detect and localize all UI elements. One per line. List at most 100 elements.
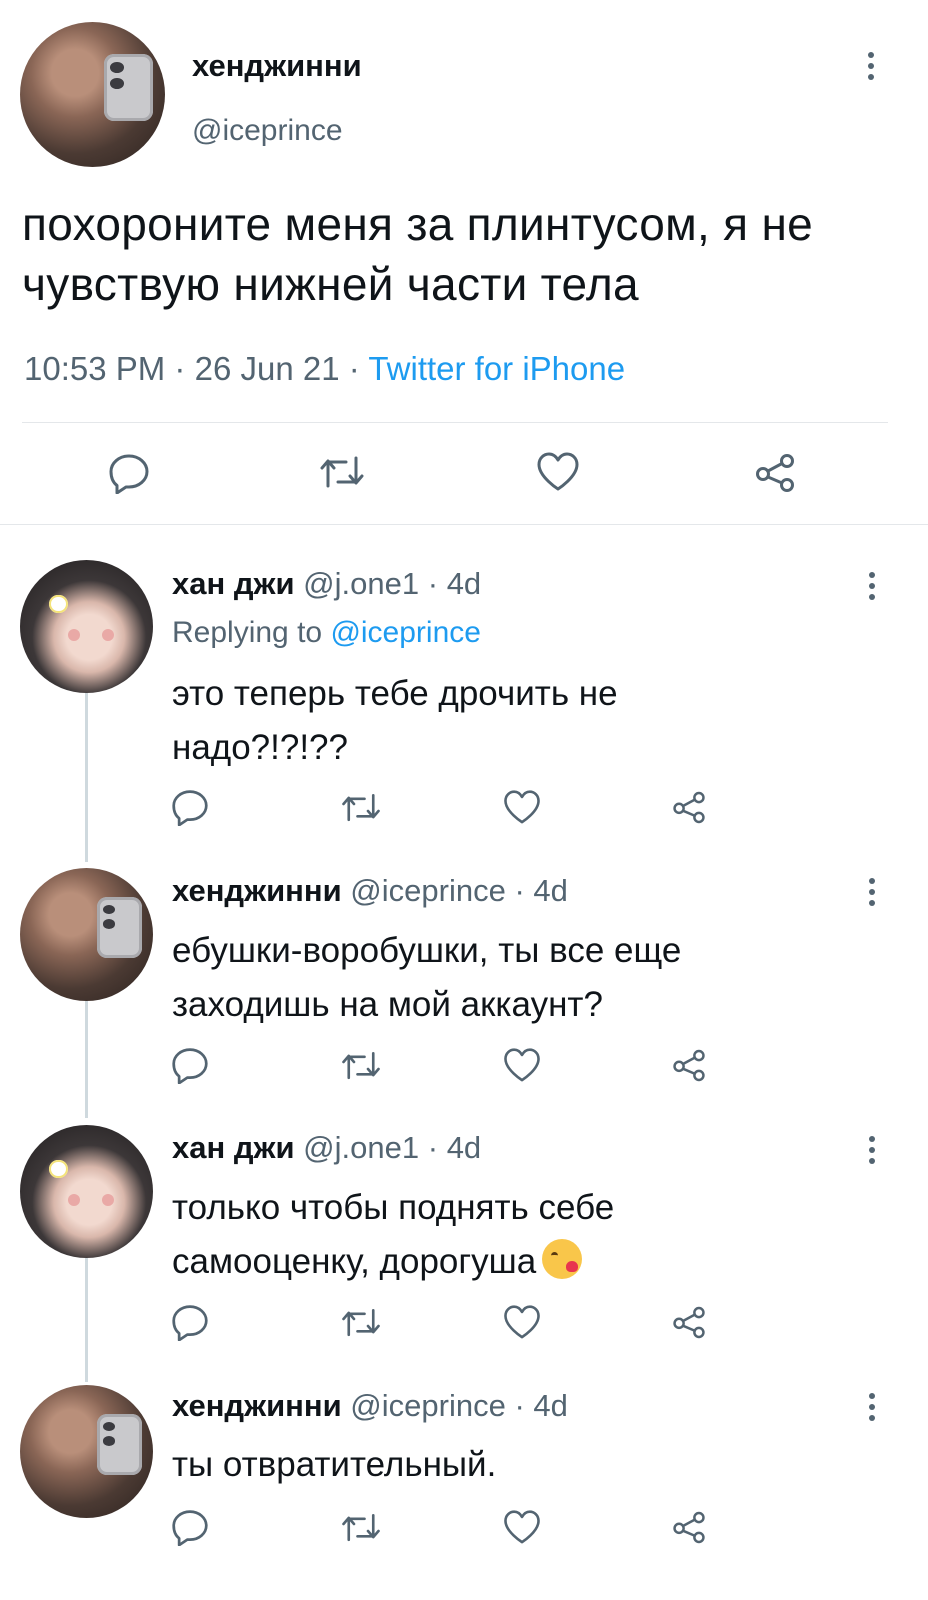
reply-author-handle[interactable]: @iceprince xyxy=(350,1388,506,1423)
flower-sticker xyxy=(49,1159,68,1179)
share-button[interactable] xyxy=(670,790,708,825)
reply-avatar[interactable] xyxy=(20,1385,153,1518)
divider xyxy=(0,524,928,525)
meta-separator: · xyxy=(427,566,439,601)
reply-button[interactable] xyxy=(170,1303,210,1341)
reply-author-handle[interactable]: @j.one1 xyxy=(303,1130,419,1165)
thread-line xyxy=(85,1000,88,1118)
reply-text-line: только чтобы поднять себе xyxy=(172,1188,615,1227)
share-button[interactable] xyxy=(670,1305,708,1340)
like-button[interactable] xyxy=(535,450,581,492)
more-vertical-icon[interactable] xyxy=(868,52,874,80)
cheek-blush xyxy=(67,629,80,642)
reply-text: ты отвратительный. xyxy=(172,1438,852,1492)
cheek-blush xyxy=(102,1194,115,1207)
reply-header: хан джи @j.one1 · 4d xyxy=(172,1130,481,1166)
tweet-text: похороните меня за плинтусом, я не чувст… xyxy=(22,198,814,310)
reply-bubble-icon xyxy=(172,790,208,826)
divider xyxy=(22,422,888,423)
reply-bubble-icon xyxy=(172,1048,208,1084)
reply-avatar[interactable] xyxy=(20,868,153,1001)
reply-header: хенджинни @iceprince · 4d xyxy=(172,1388,568,1424)
share-icon xyxy=(673,1511,705,1544)
share-button[interactable] xyxy=(670,1510,708,1545)
share-icon xyxy=(673,1049,705,1082)
reply-bubble-icon xyxy=(172,1510,208,1546)
share-icon xyxy=(673,1306,705,1339)
meta-separator: · xyxy=(348,350,360,387)
reply-text-line: заходишь на мой аккаунт? xyxy=(172,985,603,1024)
heart-icon xyxy=(537,452,579,491)
replying-to-label: Replying to xyxy=(172,616,323,649)
reply-age: 4d xyxy=(533,1388,568,1423)
reply-avatar[interactable] xyxy=(20,560,153,693)
share-icon xyxy=(756,454,794,492)
reply-author-handle[interactable]: @iceprince xyxy=(350,873,506,908)
reply-author-name[interactable]: хенджинни xyxy=(172,1388,342,1423)
reply-bubble-icon xyxy=(172,1305,208,1341)
retweet-button[interactable] xyxy=(340,1048,382,1083)
main-tweet: хенджинни @iceprince похороните меня за … xyxy=(0,0,928,535)
reply-author-name[interactable]: хан джи xyxy=(172,1130,295,1165)
reply-author-name[interactable]: хенджинни xyxy=(172,873,342,908)
author-avatar[interactable] xyxy=(20,22,165,167)
reply-text-line: надо?!?!?? xyxy=(172,728,348,767)
like-button[interactable] xyxy=(502,1046,542,1083)
flower-sticker xyxy=(49,594,68,614)
reply-author-handle[interactable]: @j.one1 xyxy=(303,566,419,601)
reply-header: хан джи @j.one1 · 4d xyxy=(172,566,481,602)
like-button[interactable] xyxy=(502,788,542,825)
reply-button[interactable] xyxy=(170,1508,210,1546)
reply-text-line: ты отвратительный. xyxy=(172,1445,497,1484)
heart-icon xyxy=(504,1305,540,1339)
replying-to: Replying to @iceprince xyxy=(172,616,481,650)
reply-button[interactable] xyxy=(170,788,210,826)
share-button[interactable] xyxy=(752,452,798,494)
tweet-meta: 10:53 PM · 26 Jun 21 · Twitter for iPhon… xyxy=(24,350,625,388)
reply-button[interactable] xyxy=(107,452,151,494)
thread-line xyxy=(85,1258,88,1382)
tweet-date: 26 Jun 21 xyxy=(194,350,340,387)
retweet-icon xyxy=(342,1308,380,1337)
reply-button[interactable] xyxy=(170,1046,210,1084)
reply-text-line: это теперь тебе дрочить не xyxy=(172,674,618,713)
reply-text-line-with-emoji: самооценку, дорогуша xyxy=(172,1235,852,1289)
retweet-button[interactable] xyxy=(318,452,366,492)
tweet-time: 10:53 PM xyxy=(24,350,166,387)
more-vertical-icon[interactable] xyxy=(869,572,875,600)
kissing-face-emoji xyxy=(542,1239,583,1279)
reply-header: хенджинни @iceprince · 4d xyxy=(172,873,568,909)
tweet-source-link[interactable]: Twitter for iPhone xyxy=(368,350,625,387)
reply-text: только чтобы поднять себе самооценку, до… xyxy=(172,1181,852,1289)
phone-in-photo xyxy=(104,53,154,121)
author-handle[interactable]: @iceprince xyxy=(192,114,343,148)
meta-separator: · xyxy=(514,873,525,908)
retweet-icon xyxy=(342,793,380,822)
share-button[interactable] xyxy=(670,1048,708,1083)
reply-age: 4d xyxy=(533,873,568,908)
cheek-blush xyxy=(67,1194,80,1207)
author-name[interactable]: хенджинни xyxy=(192,48,362,84)
like-button[interactable] xyxy=(502,1508,542,1545)
reply-text-line: самооценку, дорогуша xyxy=(172,1242,537,1281)
reply-age: 4d xyxy=(446,566,482,601)
reply-age: 4d xyxy=(446,1130,482,1165)
more-vertical-icon[interactable] xyxy=(869,878,875,906)
retweet-icon xyxy=(342,1051,380,1080)
retweet-button[interactable] xyxy=(340,1305,382,1340)
cheek-blush xyxy=(102,629,115,642)
meta-separator: · xyxy=(174,350,186,387)
phone-in-photo xyxy=(97,1414,143,1476)
retweet-button[interactable] xyxy=(340,790,382,825)
more-vertical-icon[interactable] xyxy=(869,1136,875,1164)
meta-separator: · xyxy=(427,1130,439,1165)
reply-author-name[interactable]: хан джи xyxy=(172,566,295,601)
retweet-icon xyxy=(342,1513,380,1542)
retweet-button[interactable] xyxy=(340,1510,382,1545)
more-vertical-icon[interactable] xyxy=(869,1393,875,1421)
like-button[interactable] xyxy=(502,1303,542,1340)
replying-to-handle[interactable]: @iceprince xyxy=(330,616,481,649)
retweet-icon xyxy=(320,456,364,488)
reply-text-line: ебушки-воробушки, ты все еще xyxy=(172,931,682,970)
reply-avatar[interactable] xyxy=(20,1125,153,1258)
